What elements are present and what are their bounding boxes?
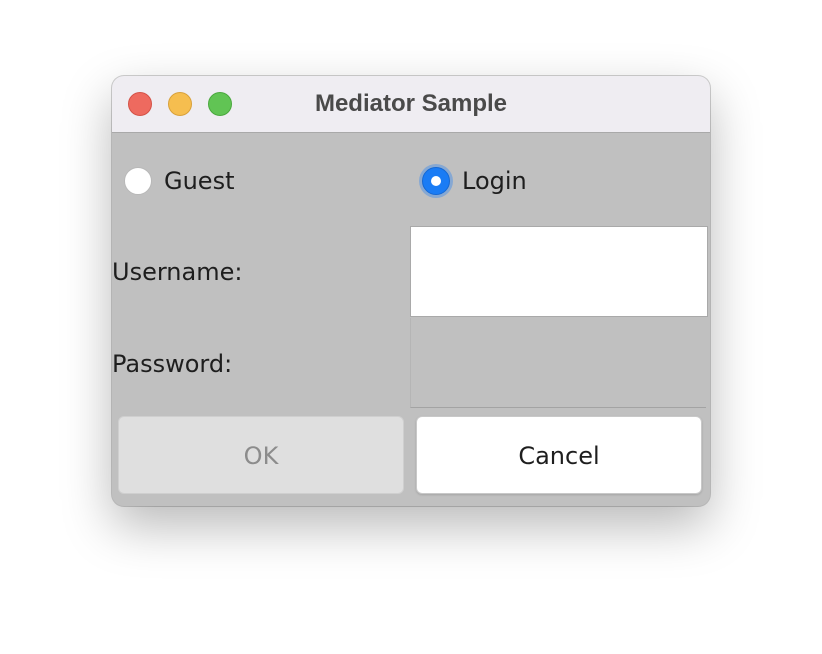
mediator-sample-window: Mediator Sample Guest Login Username: Pa… — [112, 76, 710, 506]
username-label: Username: — [112, 258, 243, 286]
password-label: Password: — [112, 350, 233, 378]
login-radio-label[interactable]: Login — [462, 167, 527, 195]
ok-button[interactable]: OK — [118, 416, 404, 494]
login-radio-button[interactable] — [422, 167, 450, 195]
guest-radio-label[interactable]: Guest — [164, 167, 235, 195]
username-field[interactable] — [410, 226, 708, 317]
cancel-button[interactable]: Cancel — [416, 416, 702, 494]
title-bar[interactable]: Mediator Sample — [112, 76, 710, 133]
guest-radio-option[interactable]: Guest — [124, 164, 235, 198]
password-field[interactable] — [410, 318, 706, 408]
radio-selected-dot — [431, 176, 441, 186]
login-radio-option[interactable]: Login — [422, 164, 527, 198]
guest-radio-button[interactable] — [124, 167, 152, 195]
window-title: Mediator Sample — [314, 90, 508, 117]
